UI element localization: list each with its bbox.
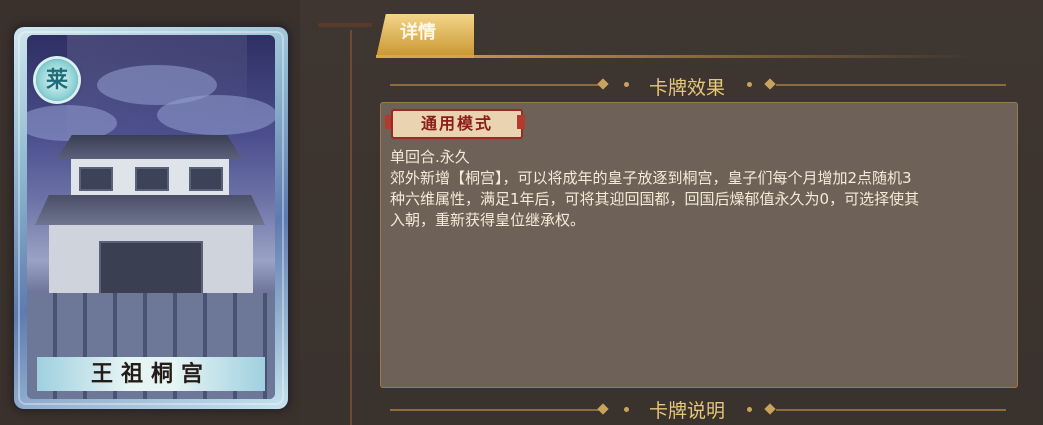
palace-upper-roof	[57, 135, 242, 159]
tab-detail-label: 详情	[400, 22, 436, 43]
tab-underline	[376, 55, 976, 58]
effect-line: 郊外新增【桐宫】，可以将成年的皇子放逐到桐宫，皇子们每个月增加2点随机3	[390, 169, 912, 187]
divider-line	[776, 409, 1006, 411]
effect-section-title: 卡牌效果	[648, 77, 725, 99]
divider-line	[776, 84, 1006, 86]
card-type-badge-icon: 莱	[36, 59, 78, 101]
effect-content-box	[380, 102, 1018, 388]
effect-line: 种六维属性，满足1年后，可将其迎回国都，回国后燥郁值永久为0，可选择使其	[390, 190, 920, 208]
palace-window	[79, 167, 113, 191]
effect-line: 单回合.永久	[390, 148, 470, 166]
palace-gate	[99, 241, 203, 299]
description-section-title: 卡牌说明	[648, 400, 725, 422]
effect-line: 入朝，重新获得皇位继承权。	[390, 211, 586, 229]
cloud	[157, 95, 275, 135]
divider-dot-icon	[747, 82, 752, 87]
scroll-rod-decoration	[318, 23, 372, 27]
palace-lower-roof	[35, 195, 265, 225]
divider-line	[390, 409, 600, 411]
scroll-rod-vertical	[350, 30, 352, 425]
card-frame[interactable]: 王祖桐宫 莱	[14, 27, 288, 409]
palace-window	[189, 167, 223, 191]
effect-description: 单回合.永久 郊外新增【桐宫】，可以将成年的皇子放逐到桐宫，皇子们每个月增加2点…	[390, 147, 1005, 231]
card-title: 王祖桐宫	[90, 361, 211, 387]
divider-line	[390, 84, 600, 86]
mode-tag-label: 通用模式	[420, 114, 493, 133]
divider-dot-icon	[747, 407, 752, 412]
palace-window	[135, 167, 169, 191]
